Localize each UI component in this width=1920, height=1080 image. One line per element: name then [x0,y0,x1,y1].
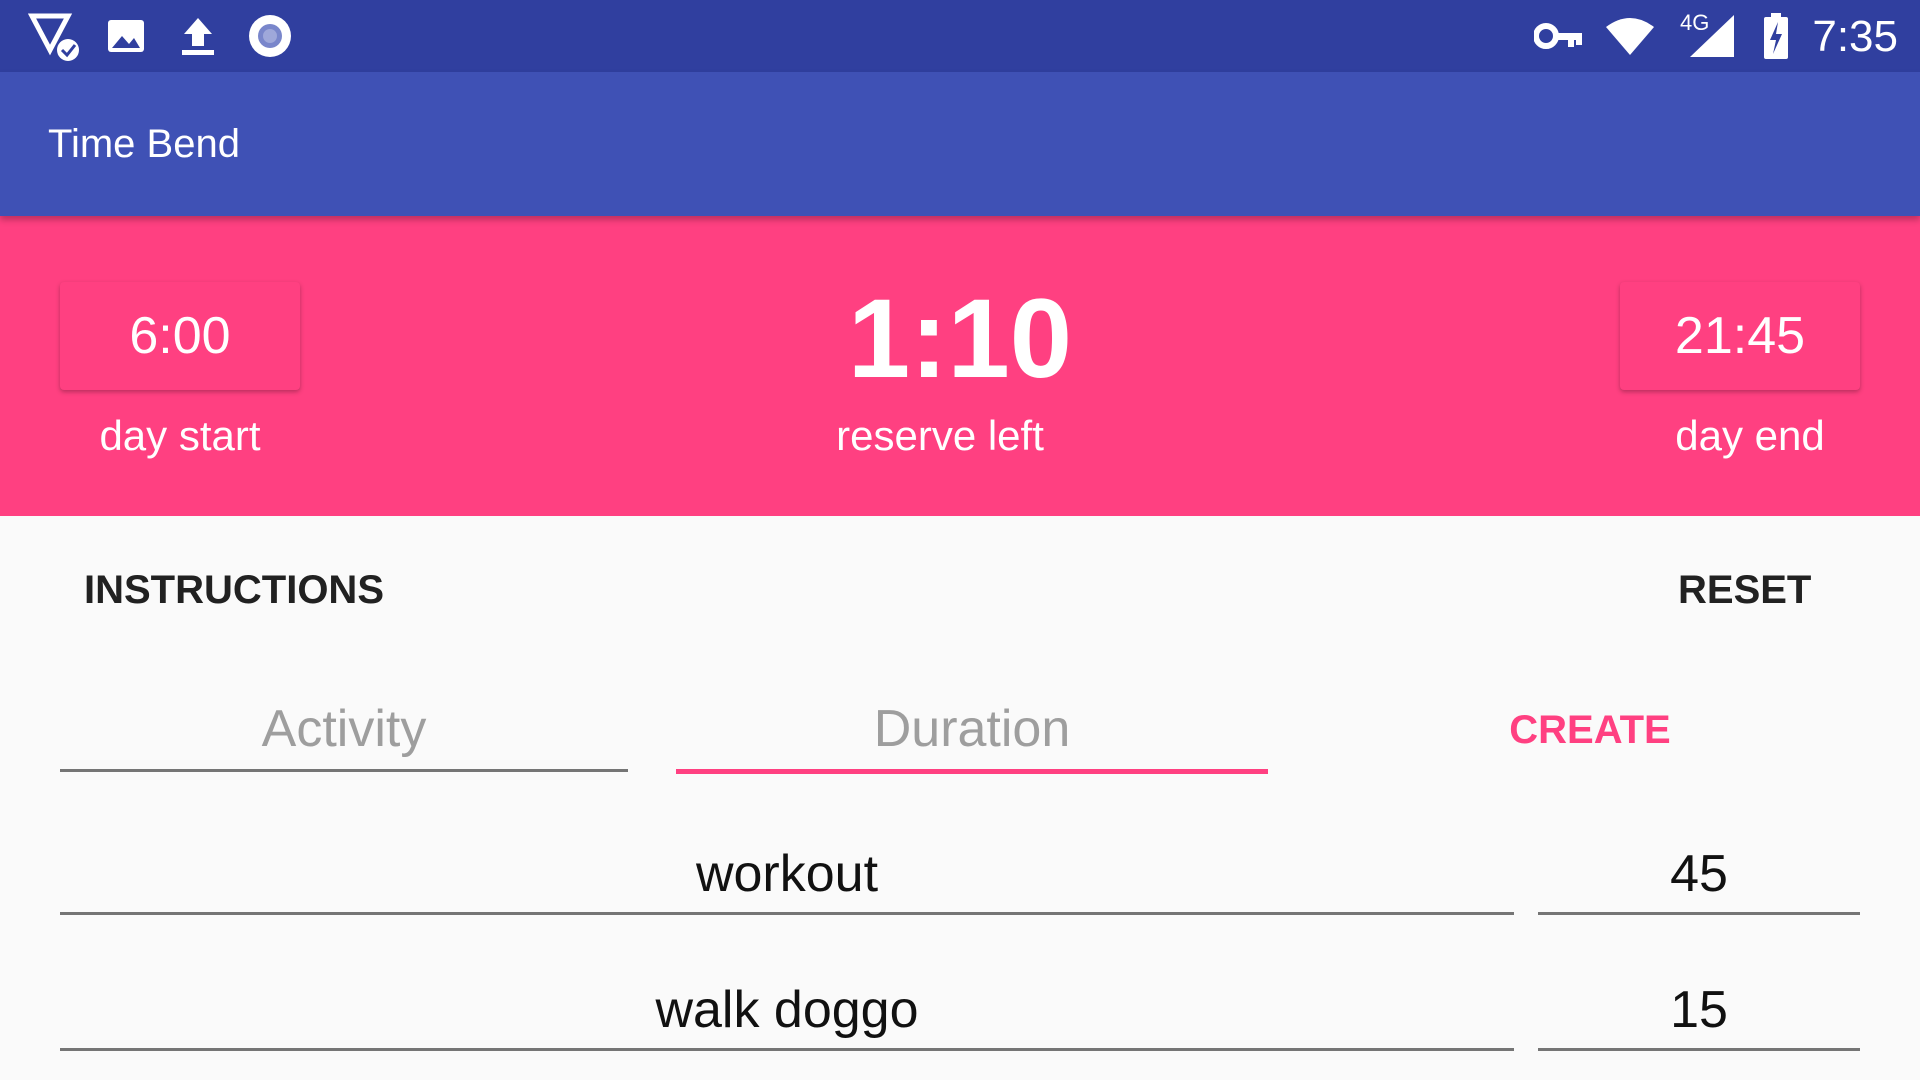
duration-input[interactable]: Duration [676,694,1268,774]
status-clock: 7:35 [1812,12,1898,61]
activity-duration-field[interactable]: 15 [1538,972,1860,1051]
activity-input[interactable]: Activity [60,694,628,772]
cell-signal-icon [1688,10,1736,62]
activity-name-field[interactable]: workout [60,836,1514,915]
reserve-left-label: reserve left [836,412,1044,459]
signal-check-icon [26,10,82,62]
battery-charging-icon [1760,10,1792,62]
activity-name-field[interactable]: walk doggo [60,972,1514,1051]
app-bar: Time Bend [0,72,1920,216]
reserve-time-value: 1:10 [847,276,1073,401]
circle-record-icon [246,10,294,62]
create-button[interactable]: CREATE [1470,708,1710,764]
instructions-button[interactable]: INSTRUCTIONS [84,568,384,613]
day-end-label: day end [1675,412,1825,459]
image-icon [104,10,148,62]
reset-button[interactable]: RESET [1678,568,1811,613]
time-summary-banner: 6:00 day start 1:10 reserve left 21:45 d… [0,216,1920,516]
day-start-label: day start [99,412,261,459]
vpn-key-icon [1534,10,1584,62]
app-title: Time Bend [48,122,240,166]
upload-icon [176,10,220,62]
activity-duration-field[interactable]: 45 [1538,836,1860,915]
status-bar: 4G 7:35 [0,0,1920,72]
day-start-button[interactable]: 6:00 [60,282,300,390]
day-end-button[interactable]: 21:45 [1620,282,1860,390]
wifi-icon [1604,10,1656,62]
